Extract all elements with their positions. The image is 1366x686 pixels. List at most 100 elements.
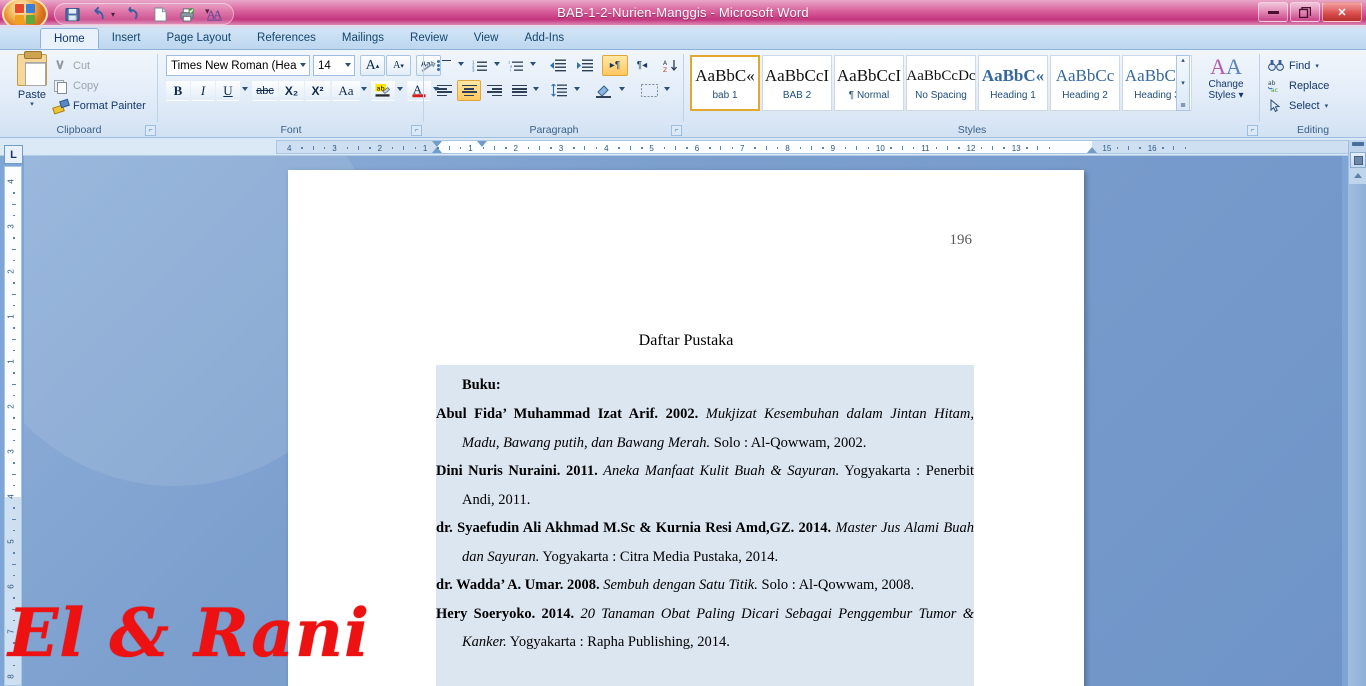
font-name-dropdown-icon[interactable] (300, 63, 306, 67)
ruler-tick (584, 146, 586, 150)
style-normal[interactable]: AaBbCcI ¶ Normal (834, 55, 904, 111)
underline-dropdown-icon[interactable] (242, 87, 248, 91)
styles-scroll-up-icon[interactable]: ▴ (1181, 56, 1185, 65)
style-heading-1[interactable]: AaBbC« Heading 1 (978, 55, 1048, 111)
sort-button[interactable]: AZ (659, 55, 683, 76)
tab-mailings[interactable]: Mailings (329, 28, 397, 49)
ruler-tick-label: 7 (6, 629, 16, 634)
vertical-ruler[interactable]: 4 3 2 1 1 2 3 4 5 6 7 8 (4, 166, 22, 686)
horizontal-ruler[interactable]: 4 3 2 1 1 2 3 4 5 6 7 8 9 10 11 12 13 15 16 (276, 140, 1359, 154)
select-dropdown-icon[interactable]: ▾ (1325, 102, 1329, 110)
document-canvas[interactable]: 196 Daftar Pustaka Buku: Abul Fida’ Muha… (24, 156, 1342, 686)
shading-dropdown-icon[interactable] (619, 87, 625, 91)
align-left-button[interactable] (432, 80, 456, 101)
shrink-font-button[interactable]: A ▾ (386, 55, 411, 76)
rtl-text-direction-button[interactable]: ¶◂ (629, 55, 655, 76)
find-dropdown-icon[interactable]: ▾ (1315, 62, 1319, 70)
style-heading-2[interactable]: AaBbCc Heading 2 (1050, 55, 1120, 111)
subscript-button[interactable]: X₂ (279, 80, 304, 101)
scroll-thumb[interactable] (1352, 142, 1364, 146)
strikethrough-button[interactable]: abc (252, 80, 278, 101)
tab-view[interactable]: View (461, 28, 512, 49)
align-center-button[interactable] (457, 80, 481, 101)
text-highlight-button[interactable]: ab (371, 80, 395, 101)
bullets-dropdown-icon[interactable] (458, 62, 464, 66)
change-styles-button[interactable]: AA Change Styles ▾ (1196, 55, 1256, 117)
increase-indent-button[interactable] (573, 55, 598, 76)
ruler-tick-label: 1 (422, 144, 428, 153)
bold-button[interactable]: B (166, 80, 190, 101)
grow-font-button[interactable]: A ▴ (360, 55, 385, 76)
select-browse-object-button[interactable] (1350, 152, 1366, 168)
find-button[interactable]: Find ▾ (1268, 56, 1319, 75)
copy-label: Copy (73, 79, 99, 92)
tab-insert[interactable]: Insert (99, 28, 154, 49)
format-painter-button[interactable]: Format Painter (52, 96, 146, 115)
font-name-input[interactable]: Times New Roman (Hea (166, 55, 310, 76)
styles-dialog-launcher[interactable]: ⌐ (1247, 125, 1258, 136)
style-bab-1[interactable]: AaBbC« bab 1 (690, 55, 760, 111)
underline-button[interactable]: U (216, 80, 240, 101)
tab-review[interactable]: Review (397, 28, 461, 49)
line-spacing-dropdown-icon[interactable] (574, 87, 580, 91)
paragraph-dialog-launcher[interactable]: ⌐ (671, 125, 682, 136)
ruler-tick (1128, 146, 1130, 150)
styles-scroll-down-icon[interactable]: ▾ (1181, 79, 1185, 88)
restore-button[interactable] (1290, 2, 1320, 22)
tab-home[interactable]: Home (40, 28, 99, 49)
selected-text-block[interactable]: Buku: Abul Fida’ Muhammad Izat Arif. 200… (436, 365, 974, 686)
style-no-spacing[interactable]: AaBbCcDc No Spacing (906, 55, 976, 111)
paste-dropdown-icon[interactable]: ▾ (30, 100, 34, 108)
paragraph-group-label: Paragraph (529, 124, 579, 136)
minimize-button[interactable] (1258, 2, 1288, 22)
borders-button[interactable] (636, 80, 662, 101)
highlight-dropdown-icon[interactable] (397, 87, 403, 91)
multilevel-list-button[interactable]: 1ai (504, 55, 528, 76)
line-spacing-button[interactable] (546, 80, 572, 101)
justify-button[interactable] (507, 80, 531, 101)
ltr-icon: ▸¶ (609, 60, 621, 71)
ruler-tick (493, 146, 495, 150)
styles-more-icon[interactable]: ≣ (1180, 101, 1186, 110)
right-indent-marker[interactable] (1087, 147, 1097, 153)
tab-add-ins[interactable]: Add-Ins (511, 28, 577, 49)
scroll-track[interactable] (1349, 184, 1366, 686)
replace-button[interactable]: ab ac Replace (1268, 76, 1329, 95)
font-size-dropdown-icon[interactable] (345, 63, 351, 67)
align-right-button[interactable] (482, 80, 506, 101)
decrease-indent-button[interactable] (546, 55, 571, 76)
shading-button[interactable] (591, 80, 617, 101)
borders-dropdown-icon[interactable] (664, 87, 670, 91)
numbering-dropdown-icon[interactable] (494, 62, 500, 66)
font-size-input[interactable]: 14 (313, 55, 355, 76)
select-button[interactable]: Select ▾ (1268, 96, 1328, 115)
numbering-button[interactable]: 123 (468, 55, 492, 76)
ltr-text-direction-button[interactable]: ▸¶ (602, 55, 628, 76)
superscript-button[interactable]: X² (305, 80, 330, 101)
justify-dropdown-icon[interactable] (533, 87, 539, 91)
style-bab-2[interactable]: AaBbCcI BAB 2 (762, 55, 832, 111)
clipboard-dialog-launcher[interactable]: ⌐ (145, 125, 156, 136)
tab-references[interactable]: References (244, 28, 329, 49)
ribbon-group-styles: AaBbC« bab 1 AaBbCcI BAB 2 AaBbCcI ¶ Nor… (684, 50, 1260, 138)
multilevel-dropdown-icon[interactable] (530, 62, 536, 66)
style-name: BAB 2 (782, 89, 812, 101)
styles-gallery-scrollbar[interactable]: ▴ ▾ ≣ (1176, 55, 1190, 111)
ruler-tick (12, 338, 16, 340)
font-dialog-launcher[interactable]: ⌐ (411, 125, 422, 136)
close-button[interactable]: ✕ (1322, 2, 1362, 22)
italic-button[interactable]: I (191, 80, 215, 101)
vertical-scrollbar[interactable] (1348, 140, 1366, 686)
paste-button[interactable]: Paste ▾ (10, 51, 54, 118)
change-case-dropdown-icon[interactable] (361, 87, 367, 91)
cut-button[interactable]: Cut (52, 56, 90, 75)
copy-button[interactable]: Copy (52, 76, 99, 95)
tab-page-layout[interactable]: Page Layout (153, 28, 244, 49)
bullets-button[interactable] (432, 55, 456, 76)
document-page[interactable]: 196 Daftar Pustaka Buku: Abul Fida’ Muha… (288, 170, 1084, 686)
ruler-tick-label: 2 (513, 144, 518, 153)
tab-stop-selector[interactable]: L (4, 145, 23, 164)
ruler-tick-label: 1 (6, 359, 16, 364)
previous-page-button[interactable] (1354, 173, 1362, 178)
change-case-button[interactable]: Aa (332, 80, 360, 101)
